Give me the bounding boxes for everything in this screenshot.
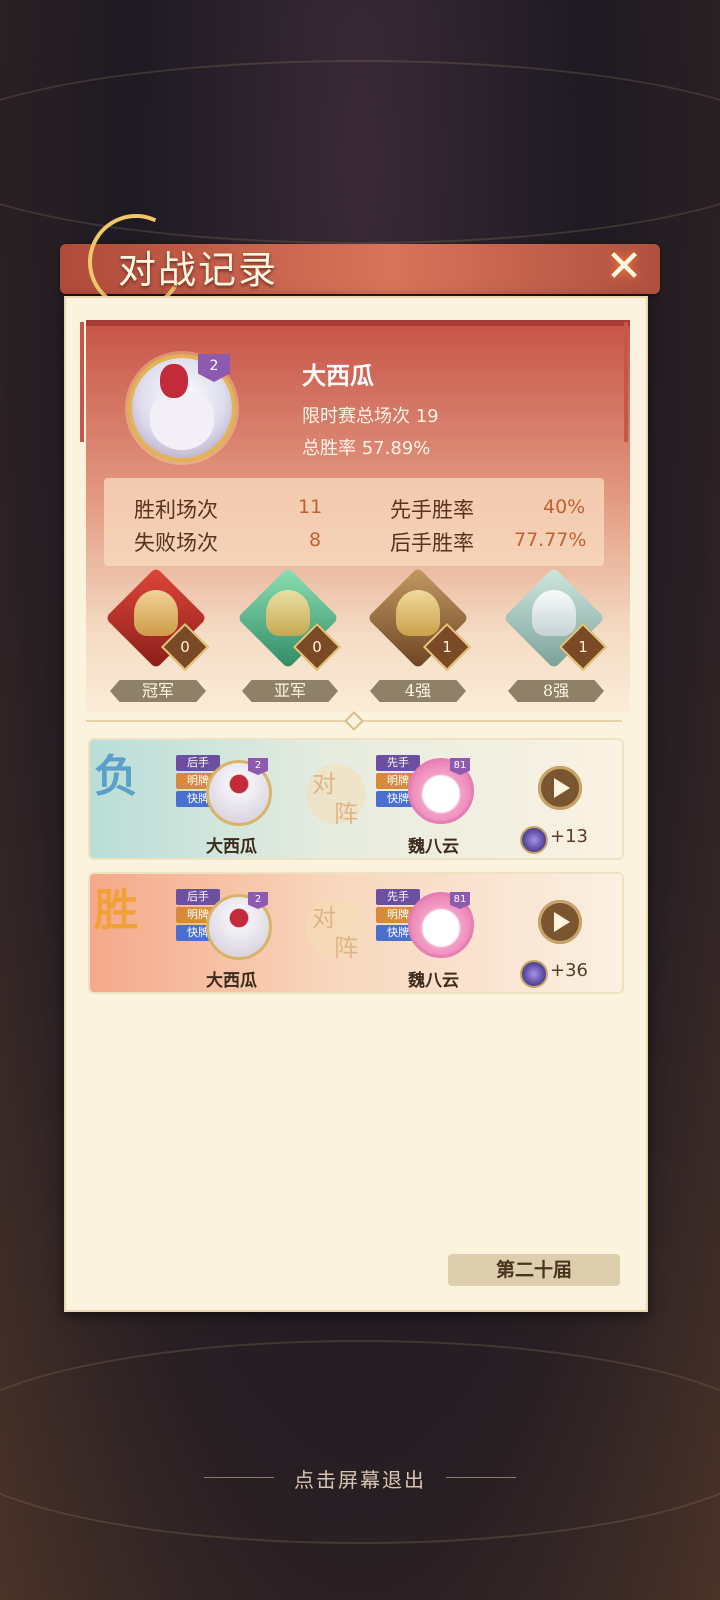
score-change: +13: [550, 826, 588, 847]
close-x-icon: ✕: [605, 240, 643, 292]
losses-value: 8: [309, 529, 322, 551]
versus-text: 对: [312, 770, 336, 798]
wins-label: 胜利场次: [134, 498, 218, 522]
play-icon: [554, 912, 570, 932]
exit-hint[interactable]: 点击屏幕退出: [0, 1464, 720, 1493]
result-loss: 负: [94, 751, 138, 802]
tag-order: 后手: [176, 755, 220, 771]
dialog-title: 对战记录: [118, 248, 279, 292]
top4-trophy[interactable]: 1: [367, 567, 472, 678]
background-swirl: [0, 60, 720, 244]
runner-up-trophy[interactable]: 0: [237, 567, 342, 678]
player2-name: 魏八云: [408, 837, 459, 857]
phoenix-icon: [396, 590, 440, 636]
player2-name: 魏八云: [408, 971, 459, 991]
gem-icon: [520, 960, 548, 988]
total-win-rate: 总胜率 57.89%: [302, 438, 431, 459]
top8-label: 8强: [508, 680, 604, 702]
avatar-mask: [160, 364, 188, 398]
versus-text: 阵: [334, 934, 358, 962]
tag-order: 先手: [376, 889, 420, 905]
close-button[interactable]: ✕: [596, 238, 652, 294]
runner-up-label: 亚军: [242, 680, 338, 702]
season-selector-button[interactable]: 第二十届: [448, 1254, 620, 1286]
result-win: 胜: [94, 885, 138, 936]
play-icon: [554, 778, 570, 798]
second-hand-value: 77.77%: [514, 529, 587, 551]
background-swirl: [0, 1340, 720, 1544]
curtain-tassel: [624, 322, 628, 442]
player-name: 大西瓜: [302, 361, 374, 390]
versus-text: 阵: [334, 800, 358, 828]
gem-icon: [520, 826, 548, 854]
phoenix-icon: [134, 590, 178, 636]
top8-trophy[interactable]: 1: [503, 567, 608, 678]
avatar-hair: [150, 392, 214, 450]
replay-button[interactable]: [538, 766, 582, 810]
total-matches: 限时赛总场次 19: [302, 406, 439, 427]
tag-order: 后手: [176, 889, 220, 905]
phoenix-icon: [266, 590, 310, 636]
second-hand-label: 后手胜率: [390, 531, 474, 555]
phoenix-icon: [532, 590, 576, 636]
player1-name: 大西瓜: [206, 971, 257, 991]
losses-label: 失败场次: [134, 531, 218, 555]
score-change: +36: [550, 960, 588, 981]
champion-label: 冠军: [110, 680, 206, 702]
player1-name: 大西瓜: [206, 837, 257, 857]
first-hand-value: 40%: [543, 496, 586, 518]
first-hand-label: 先手胜率: [390, 498, 474, 522]
replay-button[interactable]: [538, 900, 582, 944]
top4-label: 4强: [370, 680, 466, 702]
wins-value: 11: [298, 496, 323, 518]
champion-trophy[interactable]: 0: [105, 567, 210, 678]
versus-text: 对: [312, 904, 336, 932]
curtain-tassel: [80, 322, 84, 442]
tag-order: 先手: [376, 755, 420, 771]
